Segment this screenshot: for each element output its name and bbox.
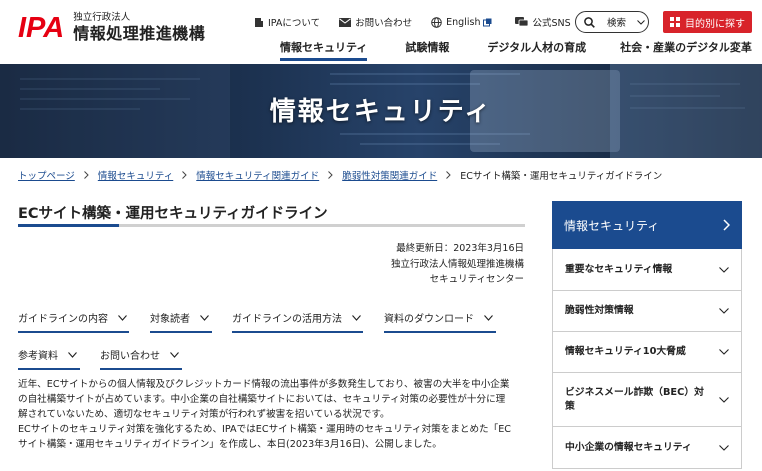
anchor-link-contact[interactable]: お問い合わせ [100, 347, 182, 370]
search-button[interactable]: 検索 [575, 11, 649, 33]
breadcrumb-link[interactable]: 情報セキュリティ関連ガイド [196, 168, 319, 182]
breadcrumb-link[interactable]: 情報セキュリティ [98, 168, 173, 182]
side-nav-item-label: 中小企業の情報セキュリティ [565, 441, 692, 453]
anchor-label: お問い合わせ [100, 351, 160, 362]
last-updated: 最終更新日：2023年3月16日 [396, 243, 524, 254]
purpose-label: 目的別に探す [685, 18, 745, 30]
chevron-down-icon [484, 314, 493, 321]
chevron-down-icon [170, 351, 179, 358]
side-nav-item-top10[interactable]: 情報セキュリティ10大脅威 [553, 332, 741, 373]
chevron-down-icon [118, 314, 127, 321]
side-nav-item-vulnerability[interactable]: 脆弱性対策情報 [553, 291, 741, 332]
search-label: 検索 [607, 18, 627, 29]
util-link-label: English [446, 16, 481, 28]
chevron-right-icon [83, 171, 89, 179]
anchor-label: ガイドラインの内容 [18, 314, 108, 325]
main-nav: 情報セキュリティ 試験情報 デジタル人材の育成 社会・産業のデジタル変革 [280, 39, 752, 61]
mail-icon [339, 17, 352, 27]
util-link-label: お問い合わせ [355, 18, 413, 29]
breadcrumb-current: ECサイト構築・運用セキュリティガイドライン [460, 171, 663, 182]
breadcrumb-link[interactable]: 脆弱性対策関連ガイド [342, 168, 437, 182]
anchor-link-contents[interactable]: ガイドラインの内容 [18, 310, 129, 333]
ipa-logo[interactable]: IPA 独立行政法人 情報処理推進機構 [18, 12, 205, 44]
side-nav-item-label: 情報セキュリティ10大脅威 [565, 346, 686, 357]
anchor-label: ガイドラインの活用方法 [232, 314, 342, 325]
publisher-org: 独立行政法人情報処理推進機構 [390, 258, 524, 270]
intro-line: ECサイトのセキュリティ対策を強化するため、IPAではECサイト構築・運用時のセ… [18, 424, 512, 435]
util-link-sns[interactable]: 公式SNS [515, 15, 571, 29]
globe-icon [431, 16, 442, 28]
chevron-down-icon [719, 444, 729, 451]
side-nav-item-label: 脆弱性対策情報 [565, 305, 634, 316]
intro-text: 近年、ECサイトからの個人情報及びクレジットカード情報の流出事件が多数発生してお… [18, 377, 528, 452]
chevron-down-icon [200, 314, 209, 321]
anchor-link-usage[interactable]: ガイドラインの活用方法 [232, 310, 363, 333]
nav-item-dx[interactable]: 社会・産業のデジタル変革 [620, 39, 752, 61]
find-by-purpose-button[interactable]: 目的別に探す [663, 11, 752, 33]
document-meta: 最終更新日：2023年3月16日 独立行政法人情報処理推進機構 セキュリティセン… [391, 241, 524, 288]
side-nav-header[interactable]: 情報セキュリティ [552, 201, 742, 249]
side-nav-item-label: ビジネスメール詐欺（BEC）対策 [565, 386, 704, 412]
external-link-icon [483, 18, 492, 26]
logo-subtitle: 独立行政法人 [73, 12, 131, 23]
nav-item-talent[interactable]: デジタル人材の育成 [487, 39, 586, 61]
breadcrumb: トップページ 情報セキュリティ 情報セキュリティ関連ガイド 脆弱性対策関連ガイド… [18, 168, 662, 182]
chevron-right-icon [446, 171, 451, 179]
anchor-label: 資料のダウンロード [384, 314, 474, 325]
util-link-english[interactable]: English [431, 17, 496, 28]
anchor-link-download[interactable]: 資料のダウンロード [384, 310, 496, 333]
hero-title: 情報セキュリティ [269, 97, 493, 127]
chevron-right-icon [182, 171, 187, 179]
logo-text: 独立行政法人 情報処理推進機構 [73, 12, 205, 44]
search-icon [584, 16, 595, 28]
anchor-link-references[interactable]: 参考資料 [18, 347, 80, 370]
side-nav: 情報セキュリティ 重要なセキュリティ情報 脆弱性対策情報 情報セキュリティ10大… [552, 201, 742, 469]
logo-mark: IPA [18, 12, 65, 44]
nav-item-security[interactable]: 情報セキュリティ [280, 39, 368, 61]
title-underline [18, 224, 525, 227]
side-nav-title: 情報セキュリティ [564, 218, 660, 233]
chevron-right-icon [328, 171, 333, 179]
intro-line: の自社構築サイトが占めています。中小企業の自社構築サイトにおいては、セキュリティ… [18, 394, 506, 405]
chevron-down-icon [719, 349, 729, 355]
side-nav-item-sme[interactable]: 中小企業の情報セキュリティ [553, 427, 741, 469]
breadcrumb-link[interactable]: トップページ [18, 168, 75, 182]
util-link-label: IPAについて [268, 18, 321, 29]
util-link-label: 公式SNS [532, 18, 571, 29]
util-link-contact[interactable]: お問い合わせ [339, 15, 412, 29]
anchor-label: 対象読者 [150, 314, 190, 325]
chevron-down-icon [68, 351, 77, 358]
intro-line: サイト構築・運用セキュリティガイドライン」を作成し、本日(2023年3月16日)… [18, 439, 442, 450]
side-nav-list: 重要なセキュリティ情報 脆弱性対策情報 情報セキュリティ10大脅威 ビジネスメー… [552, 249, 742, 469]
intro-line: 解されていないため、適切なセキュリティ対策が行われず被害を招いている状況です。 [18, 409, 390, 420]
intro-line: 近年、ECサイトからの個人情報及びクレジットカード情報の流出事件が多数発生してお… [18, 379, 510, 390]
publisher-center: セキュリティセンター [429, 274, 524, 285]
grid-icon [670, 17, 680, 27]
building-icon [255, 17, 263, 27]
chevron-down-icon [637, 19, 645, 25]
site-header: IPA 独立行政法人 情報処理推進機構 IPAについて お問い合わせ Engli… [0, 0, 762, 64]
hero-banner: 情報セキュリティ [0, 64, 762, 158]
nav-item-exam[interactable]: 試験情報 [405, 39, 449, 61]
logo-title: 情報処理推進機構 [73, 24, 206, 43]
side-nav-item-label: 重要なセキュリティ情報 [565, 263, 673, 275]
anchor-link-audience[interactable]: 対象読者 [150, 310, 212, 333]
util-link-about[interactable]: IPAについて [254, 15, 320, 29]
chevron-down-icon [719, 396, 729, 403]
chevron-down-icon [719, 308, 729, 314]
anchor-label: 参考資料 [18, 351, 58, 362]
chevron-down-icon [352, 314, 361, 321]
side-nav-item-bec[interactable]: ビジネスメール詐欺（BEC）対策 [553, 373, 741, 427]
chat-icon [515, 16, 529, 26]
side-nav-item-important[interactable]: 重要なセキュリティ情報 [553, 249, 741, 291]
chevron-down-icon [719, 266, 729, 273]
chevron-right-icon [723, 219, 730, 231]
utility-nav: IPAについて お問い合わせ English 公式SNS [254, 11, 590, 33]
page-title: ECサイト構築・運用セキュリティガイドライン [18, 206, 328, 222]
